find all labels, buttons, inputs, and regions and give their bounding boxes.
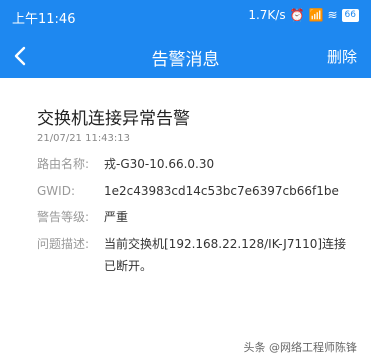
- watermark: 头条 @网络工程师陈锋: [243, 341, 358, 354]
- wifi-icon: ≋: [327, 8, 338, 22]
- field-value: 戎-G30-10.66.0.30: [104, 157, 215, 171]
- page-title: 告警消息: [151, 50, 220, 70]
- field-value-line2: 已断开。: [104, 259, 153, 273]
- battery-icon: 66: [341, 8, 359, 22]
- status-time: 上午11:46: [12, 12, 76, 27]
- delete-button[interactable]: 删除: [327, 46, 357, 67]
- field-label: 问题描述:: [37, 237, 90, 251]
- signal-icon: 📶: [308, 8, 324, 22]
- field-label: 警告等级:: [37, 210, 90, 224]
- field-label: GWID:: [37, 184, 75, 198]
- field-description: 问题描述: 当前交换机[192.168.22.128/IK-J7110]连接 已…: [37, 234, 347, 278]
- field-value-line1: 当前交换机[192.168.22.128/IK-J7110]连接: [104, 237, 347, 251]
- alarm-timestamp: 21/07/21 11:43:13: [37, 133, 131, 144]
- alarm-clock-icon: ⏰: [289, 8, 305, 22]
- alarm-title: 交换机连接异常告警: [37, 109, 190, 129]
- status-indicators: 1.7K/s ⏰ 📶 ≋ 66: [248, 8, 359, 22]
- status-bar: 上午11:46 1.7K/s ⏰ 📶 ≋ 66: [0, 0, 371, 34]
- app-header: 告警消息 删除: [0, 34, 371, 78]
- field-value: 严重: [104, 210, 129, 224]
- network-speed: 1.7K/s: [248, 8, 286, 22]
- field-value: 1e2c43983cd14c53bc7e6397cb66f1be: [104, 184, 339, 198]
- field-label: 路由名称:: [37, 157, 90, 171]
- alarm-detail: 交换机连接异常告警 21/07/21 11:43:13 路由名称: 戎-G30-…: [0, 78, 371, 363]
